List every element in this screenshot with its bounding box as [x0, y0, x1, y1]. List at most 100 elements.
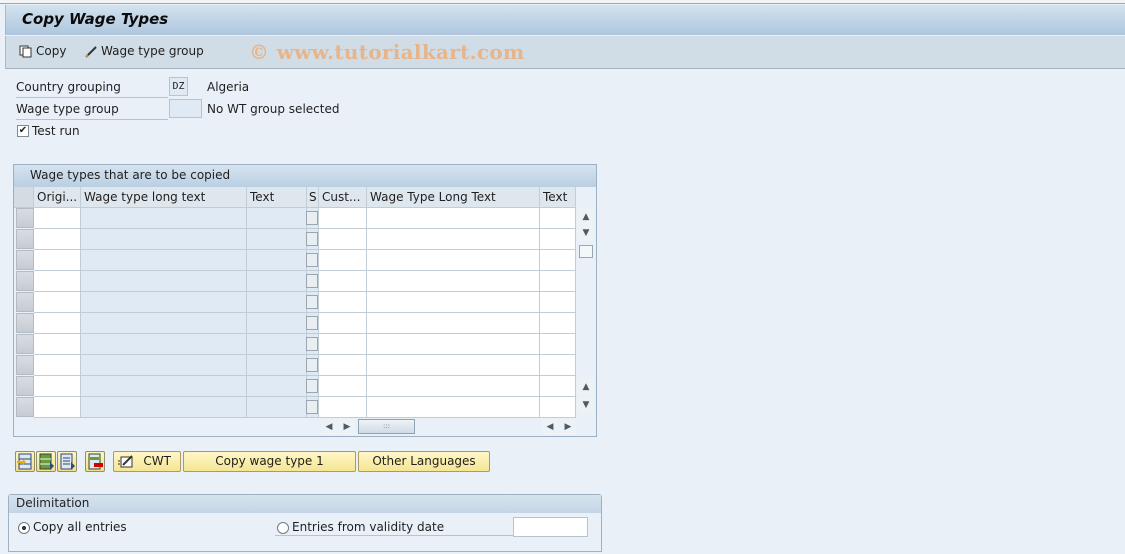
column-header-s[interactable]: S [307, 187, 319, 208]
cell-wage-type-long-text[interactable] [81, 229, 247, 250]
row-selector[interactable] [16, 397, 34, 417]
cell-wage-type-long-text[interactable] [81, 397, 247, 418]
scroll-page-up-icon[interactable]: ▲ [578, 379, 594, 395]
cell-text[interactable] [247, 376, 307, 397]
cell-wage-type-long-text[interactable] [81, 292, 247, 313]
cwt-button[interactable]: CWT [113, 451, 181, 472]
validity-date-input[interactable] [513, 517, 588, 537]
row-selector[interactable] [16, 229, 34, 249]
cell-text[interactable] [247, 292, 307, 313]
column-header-original[interactable]: Origi... [34, 187, 81, 208]
cell-original[interactable] [34, 229, 81, 250]
vertical-scrollbar[interactable]: ▲ ▼ ▲ ▼ [576, 187, 596, 413]
cell-s[interactable] [306, 397, 319, 418]
cell-original[interactable] [34, 397, 81, 418]
cell-text-target[interactable] [540, 355, 576, 376]
cell-original[interactable] [34, 292, 81, 313]
scroll-right-fixed-icon[interactable]: ▶ [560, 419, 576, 435]
cell-text-target[interactable] [540, 250, 576, 271]
row-checkbox[interactable] [306, 358, 318, 372]
entries-from-date-radio[interactable] [277, 522, 289, 534]
row-checkbox[interactable] [306, 274, 318, 288]
cell-text[interactable] [247, 355, 307, 376]
scroll-left-fixed-icon[interactable]: ◀ [542, 419, 558, 435]
insert-row-button[interactable] [15, 451, 35, 472]
cell-text-target[interactable] [540, 334, 576, 355]
scroll-page-down-icon[interactable]: ▼ [578, 397, 594, 413]
cell-customer[interactable] [319, 313, 367, 334]
cell-customer[interactable] [319, 355, 367, 376]
row-selector[interactable] [16, 208, 34, 228]
column-header-wage-type-long-text-target[interactable]: Wage Type Long Text [367, 187, 540, 208]
country-grouping-field[interactable]: DZ [169, 77, 188, 96]
cell-wage-type-long-text[interactable] [81, 208, 247, 229]
test-run-checkbox[interactable]: ✔ [17, 125, 29, 137]
cell-wage-type-long-text-target[interactable] [367, 334, 540, 355]
row-checkbox[interactable] [306, 337, 318, 351]
cell-wage-type-long-text[interactable] [81, 250, 247, 271]
cell-s[interactable] [306, 229, 319, 250]
cell-wage-type-long-text[interactable] [81, 313, 247, 334]
cell-wage-type-long-text-target[interactable] [367, 397, 540, 418]
scroll-down-icon[interactable]: ▼ [578, 225, 594, 241]
cell-text[interactable] [247, 397, 307, 418]
row-checkbox[interactable] [306, 253, 318, 267]
cell-text-target[interactable] [540, 397, 576, 418]
cell-wage-type-long-text[interactable] [81, 334, 247, 355]
cell-wage-type-long-text-target[interactable] [367, 313, 540, 334]
cell-s[interactable] [306, 292, 319, 313]
column-header-text-target[interactable]: Text [540, 187, 576, 208]
cell-original[interactable] [34, 376, 81, 397]
row-selector[interactable] [16, 313, 34, 333]
cell-text-target[interactable] [540, 292, 576, 313]
horizontal-scrollbar[interactable]: ◀ ▶ ::: ◀ ▶ [14, 417, 596, 437]
cell-original[interactable] [34, 313, 81, 334]
row-checkbox[interactable] [306, 400, 318, 414]
cell-original[interactable] [34, 250, 81, 271]
cell-customer[interactable] [319, 271, 367, 292]
cell-s[interactable] [306, 271, 319, 292]
select-all-rows-header[interactable] [14, 187, 34, 208]
cell-wage-type-long-text-target[interactable] [367, 271, 540, 292]
cell-original[interactable] [34, 355, 81, 376]
cell-original[interactable] [34, 271, 81, 292]
select-all-button[interactable] [36, 451, 56, 472]
row-selector[interactable] [16, 334, 34, 354]
column-header-text[interactable]: Text [247, 187, 307, 208]
cell-original[interactable] [34, 208, 81, 229]
cell-wage-type-long-text[interactable] [81, 376, 247, 397]
column-header-customer[interactable]: Cust... [319, 187, 367, 208]
cell-wage-type-long-text-target[interactable] [367, 355, 540, 376]
cell-s[interactable] [306, 355, 319, 376]
cell-text[interactable] [247, 250, 307, 271]
cell-text-target[interactable] [540, 208, 576, 229]
cell-wage-type-long-text-target[interactable] [367, 208, 540, 229]
cell-text[interactable] [247, 271, 307, 292]
row-checkbox[interactable] [306, 379, 318, 393]
cell-customer[interactable] [319, 229, 367, 250]
cell-text-target[interactable] [540, 313, 576, 334]
cell-wage-type-long-text[interactable] [81, 355, 247, 376]
cell-text[interactable] [247, 313, 307, 334]
cell-customer[interactable] [319, 292, 367, 313]
wage-type-group-button[interactable]: Wage type group [84, 44, 204, 58]
cell-text-target[interactable] [540, 376, 576, 397]
cell-text[interactable] [247, 334, 307, 355]
cell-text-target[interactable] [540, 229, 576, 250]
cell-wage-type-long-text-target[interactable] [367, 292, 540, 313]
cell-s[interactable] [306, 334, 319, 355]
row-checkbox[interactable] [306, 232, 318, 246]
cell-customer[interactable] [319, 376, 367, 397]
cell-s[interactable] [306, 376, 319, 397]
cell-wage-type-long-text[interactable] [81, 271, 247, 292]
scroll-up-icon[interactable]: ▲ [578, 209, 594, 225]
cell-wage-type-long-text-target[interactable] [367, 250, 540, 271]
cell-original[interactable] [34, 334, 81, 355]
cell-customer[interactable] [319, 397, 367, 418]
cell-s[interactable] [306, 250, 319, 271]
row-checkbox[interactable] [306, 295, 318, 309]
other-languages-button[interactable]: Other Languages [358, 451, 490, 472]
copy-button[interactable]: Copy [19, 44, 66, 58]
row-selector[interactable] [16, 355, 34, 375]
scroll-thumb[interactable] [579, 245, 593, 258]
